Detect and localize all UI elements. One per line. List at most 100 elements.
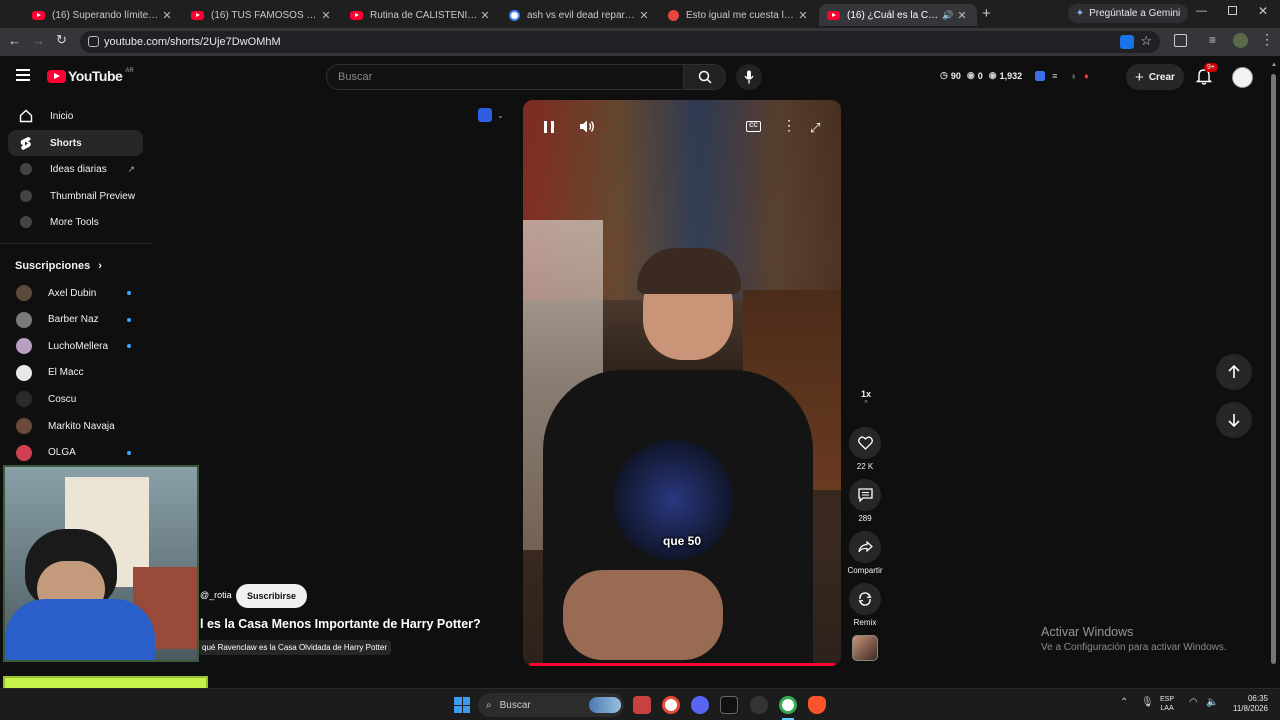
subscription-item[interactable]: LuchoMellera — [8, 334, 143, 358]
speaker-icon[interactable]: 🔊 — [941, 10, 955, 21]
next-short-button[interactable] — [1216, 402, 1252, 438]
volume-icon[interactable] — [579, 119, 596, 139]
channel-handle[interactable]: @_rotia — [200, 590, 232, 600]
previous-short-button[interactable] — [1216, 354, 1252, 390]
search-input[interactable]: Buscar — [326, 64, 684, 90]
new-tab-button[interactable]: + — [982, 5, 991, 22]
captions-icon[interactable]: CC — [746, 121, 761, 132]
microphone-tray-icon[interactable]: 🎙 — [1141, 697, 1154, 708]
close-tab-icon[interactable]: ✕ — [796, 9, 810, 22]
taskbar-search-label: Buscar — [499, 699, 531, 711]
subscriptions-header[interactable]: Suscripciones › — [15, 260, 102, 272]
browser-tab[interactable]: (16) TUS FAMOSOS FAVORITOS... ✕ — [183, 4, 341, 26]
subscription-name: Coscu — [48, 393, 77, 405]
close-tab-icon[interactable]: ✕ — [637, 9, 651, 22]
menu-kebab-icon[interactable]: ⋮ — [1260, 31, 1274, 48]
subscription-item[interactable]: Coscu — [8, 387, 143, 411]
clock[interactable]: 06:35 11/8/2026 — [1226, 694, 1268, 714]
voice-search-button[interactable] — [736, 64, 762, 90]
close-window-button[interactable]: ✕ — [1258, 4, 1268, 18]
youtube-logo[interactable]: YouTube AR — [47, 68, 134, 84]
epic-games-icon[interactable] — [720, 696, 738, 714]
more-options-icon[interactable]: ⋮ — [782, 117, 796, 134]
share-button[interactable] — [849, 531, 881, 563]
brave-icon[interactable] — [808, 696, 826, 714]
list-icon[interactable]: ≡ — [1052, 71, 1057, 81]
speaker-tray-icon[interactable]: 🔈 — [1206, 697, 1218, 708]
chrome-icon[interactable] — [662, 696, 680, 714]
language-indicator[interactable]: ESP LAA — [1160, 695, 1174, 713]
obs-icon[interactable] — [750, 696, 768, 714]
profile-avatar[interactable] — [1233, 33, 1248, 48]
browser-tab[interactable]: Esto igual me cuesta la vida, pe... ✕ — [660, 4, 818, 26]
search-icon: ⌕ — [486, 699, 492, 711]
translate-icon[interactable] — [1120, 35, 1134, 49]
close-tab-icon[interactable]: ✕ — [160, 9, 174, 22]
tab-title: (16) Superando límites: Día 22... — [52, 9, 160, 21]
award-icon[interactable]: ♁ — [1070, 71, 1077, 81]
sidebar-item-more-tools[interactable]: More Tools — [8, 209, 143, 235]
taskbar-search[interactable]: ⌕ Buscar — [478, 693, 624, 717]
windows-start-icon[interactable] — [454, 697, 470, 713]
search-button[interactable] — [684, 64, 726, 90]
speed-arrows-icon: » — [864, 399, 868, 405]
account-avatar[interactable] — [1232, 67, 1253, 88]
chrome-active-icon[interactable] — [779, 696, 797, 714]
subscription-item[interactable]: Markito Navaja — [8, 414, 143, 438]
minimize-button[interactable]: — — [1196, 5, 1207, 17]
subscription-name: OLGA — [48, 447, 76, 459]
forward-arrow-icon[interactable]: → — [32, 33, 45, 48]
extensions-icon[interactable] — [1174, 34, 1187, 47]
news-app-icon[interactable] — [633, 696, 651, 714]
comment-count: 289 — [858, 514, 872, 523]
pause-icon[interactable] — [544, 121, 554, 133]
like-button[interactable] — [849, 427, 881, 459]
gemini-button[interactable]: ✦ Pregúntale a Gemini — [1068, 4, 1188, 23]
sidebar-item-shorts[interactable]: Shorts — [8, 130, 143, 156]
chevron-right-icon: › — [98, 260, 102, 272]
close-tab-icon[interactable]: ✕ — [319, 9, 333, 22]
site-info-icon[interactable] — [88, 36, 99, 47]
page-scrollbar[interactable]: ▲ — [1271, 62, 1277, 672]
subscription-item[interactable]: Axel Dubin — [8, 281, 143, 305]
create-button[interactable]: + Crear — [1126, 64, 1184, 90]
comments-button[interactable] — [849, 479, 881, 511]
close-tab-icon[interactable]: ✕ — [478, 9, 492, 22]
subscription-item[interactable]: OLGA — [8, 441, 143, 465]
close-tab-icon[interactable]: ✕ — [955, 9, 969, 22]
chevron-up-icon[interactable]: ⌃ — [1120, 697, 1128, 708]
bookmark-star-icon[interactable]: ☆ — [1140, 33, 1152, 49]
subscription-item[interactable]: Barber Naz — [8, 308, 143, 332]
subscribe-button[interactable]: Suscribirse — [236, 584, 308, 608]
suggested-link-chip[interactable]: qué Ravenclaw es la Casa Olvidada de Har… — [198, 640, 391, 655]
browser-tab[interactable]: Rutina de CALISTENIA en Casa... ✕ — [342, 4, 500, 26]
bell-alert-icon[interactable]: ♦ — [1084, 71, 1089, 81]
short-video-player[interactable]: que 50 CC ⋮ ⤢ — [523, 100, 841, 666]
back-arrow-icon[interactable]: ← — [8, 33, 21, 48]
plus-icon: + — [1135, 68, 1144, 86]
discord-icon[interactable] — [691, 696, 709, 714]
maximize-button[interactable] — [1228, 6, 1237, 15]
fullscreen-icon[interactable]: ⤢ — [810, 120, 820, 136]
hamburger-menu-icon[interactable] — [16, 69, 30, 81]
sidebar-item-inicio[interactable]: Inicio — [8, 103, 143, 129]
extension-dropdown[interactable]: ⌄ — [478, 106, 508, 124]
extension-logo-icon[interactable] — [1035, 70, 1046, 81]
media-controls-icon[interactable]: ≡ — [1209, 33, 1216, 47]
sidebar-item-thumbnail-preview[interactable]: Thumbnail Preview — [8, 183, 143, 209]
progress-track[interactable] — [529, 663, 835, 666]
windows-activation-subtitle: Ve a Configuración para activar Windows. — [1041, 642, 1227, 653]
reload-icon[interactable]: ↻ — [56, 32, 67, 48]
address-bar[interactable]: youtube.com/shorts/2Uje7DwOMhM ☆ — [80, 31, 1160, 53]
browser-tab[interactable]: (16) Superando límites: Día 22... ✕ — [24, 4, 182, 26]
notifications-button[interactable]: 9+ — [1195, 63, 1218, 90]
playback-speed[interactable]: 1x » — [852, 389, 880, 419]
remix-button[interactable] — [849, 583, 881, 615]
wifi-icon[interactable]: ◠ — [1189, 697, 1198, 708]
sound-thumbnail[interactable] — [852, 635, 878, 661]
remix-icon — [858, 592, 872, 606]
browser-tab[interactable]: ash vs evil dead reparto - Busca... ✕ — [501, 4, 659, 26]
subscription-item[interactable]: El Macc — [8, 361, 143, 385]
sidebar-item-ideas-diarias[interactable]: Ideas diarias ↗ — [8, 156, 143, 182]
browser-tab-active[interactable]: (16) ¿Cuál es la Casa Menos... 🔊 ✕ — [819, 4, 977, 26]
